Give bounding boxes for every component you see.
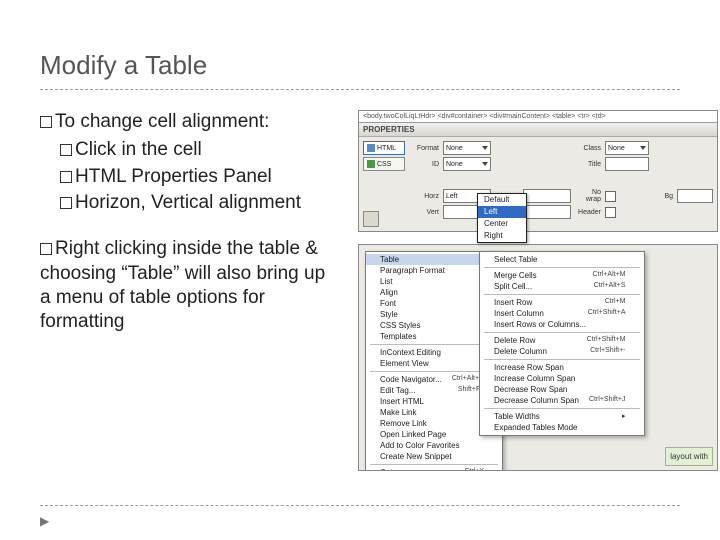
id-label: ID: [409, 161, 439, 168]
bullet-sub-3-lead: Horizon,: [75, 192, 151, 213]
html-mode-button[interactable]: HTML: [363, 141, 405, 155]
title-input[interactable]: [605, 157, 649, 171]
menu-item[interactable]: Increase Row Span: [480, 362, 644, 373]
format-select[interactable]: None: [443, 141, 491, 155]
title-label: Title: [575, 161, 601, 168]
class-select[interactable]: None: [605, 141, 649, 155]
header-checkbox[interactable]: [605, 207, 616, 218]
bullet-sub-2: HTML Properties Panel: [60, 165, 340, 189]
menu-separator: [484, 359, 640, 360]
bullet-main-2: Right clicking inside the table & choosi…: [40, 237, 340, 334]
css-mode-button[interactable]: CSS: [363, 157, 405, 171]
nowrap-label: No wrap: [575, 189, 601, 203]
menu-item[interactable]: Insert RowCtrl+M: [480, 297, 644, 308]
slide-title: Modify a Table: [40, 50, 680, 81]
bg-label: Bg: [653, 193, 673, 200]
bullet-sub-1: Click in the cell: [60, 138, 340, 162]
menu-item[interactable]: Delete ColumnCtrl+Shift+-: [480, 346, 644, 357]
background-page-text: layout with: [665, 447, 713, 466]
menu-item[interactable]: Add to Color Favorites: [366, 440, 502, 451]
h-input[interactable]: [523, 205, 571, 219]
html-mode-label: HTML: [377, 145, 396, 152]
menu-item[interactable]: CutCtrl+X: [366, 467, 502, 471]
context-menu-panel: layout with TableParagraph FormatListAli…: [358, 244, 718, 471]
nowrap-checkbox[interactable]: [605, 191, 616, 202]
menu-separator: [484, 332, 640, 333]
square-bullet-icon: [60, 144, 72, 156]
bullet-sub-2-lead: HTML: [75, 166, 131, 187]
html-icon: [367, 144, 375, 152]
title-divider: [40, 89, 680, 90]
w-input[interactable]: [523, 189, 571, 203]
menu-separator: [484, 408, 640, 409]
css-mode-label: CSS: [377, 161, 391, 168]
horz-option[interactable]: Left: [478, 206, 526, 218]
properties-panel: <body.twoColLiqLtHdr> <div#container> <d…: [358, 110, 718, 232]
tag-breadcrumbs[interactable]: <body.twoColLiqLtHdr> <div#container> <d…: [359, 111, 717, 123]
menu-separator: [484, 294, 640, 295]
menu-item[interactable]: Decrease Row Span: [480, 384, 644, 395]
menu-item[interactable]: Delete RowCtrl+Shift+M: [480, 335, 644, 346]
bullet-main-1-rest: change cell alignment:: [80, 111, 269, 132]
menu-separator: [484, 267, 640, 268]
menu-item[interactable]: Table Widths: [480, 411, 644, 422]
menu-item[interactable]: Insert ColumnCtrl+Shift+A: [480, 308, 644, 319]
bullet-sub-1-rest: in the cell: [121, 139, 201, 160]
menu-item[interactable]: Decrease Column SpanCtrl+Shift+J: [480, 395, 644, 406]
horz-option[interactable]: Center: [478, 218, 526, 230]
menu-item[interactable]: Expanded Tables Mode: [480, 422, 644, 433]
menu-item[interactable]: Insert Rows or Columns...: [480, 319, 644, 330]
id-select[interactable]: None: [443, 157, 491, 171]
horz-option[interactable]: Default: [478, 194, 526, 206]
table-submenu[interactable]: Select Table Merge CellsCtrl+Alt+MSplit C…: [479, 251, 645, 436]
bullet-sub-1-lead: Click: [75, 139, 121, 160]
horz-dropdown-list[interactable]: DefaultLeftCenterRight: [477, 193, 527, 243]
bullet-sub-2-rest: Properties Panel: [131, 166, 271, 187]
vert-label: Vert: [409, 209, 439, 216]
format-label: Format: [409, 145, 439, 152]
menu-item[interactable]: Increase Column Span: [480, 373, 644, 384]
footer-divider: [40, 505, 680, 506]
panel-header: PROPERTIES: [359, 123, 717, 137]
square-bullet-icon: [40, 243, 52, 255]
square-bullet-icon: [60, 171, 72, 183]
square-bullet-icon: [40, 116, 52, 128]
class-label: Class: [575, 145, 601, 152]
text-column: To change cell alignment: Click in the c…: [40, 110, 340, 471]
header-chk-label: Header: [575, 209, 601, 216]
css-icon: [367, 160, 375, 168]
menu-item[interactable]: Merge CellsCtrl+Alt+M: [480, 270, 644, 281]
bg-input[interactable]: [677, 189, 713, 203]
square-bullet-icon: [60, 197, 72, 209]
bullet-sub-3-rest: Vertical alignment: [151, 192, 301, 213]
menu-item[interactable]: Create New Snippet: [366, 451, 502, 462]
horz-option[interactable]: Right: [478, 230, 526, 242]
slide-arrow-icon: ▶: [40, 514, 49, 528]
menu-item[interactable]: Split Cell...Ctrl+Alt+S: [480, 281, 644, 292]
menu-item[interactable]: Select Table: [480, 254, 644, 265]
bullet-sub-3: Horizon, Vertical alignment: [60, 191, 340, 215]
cell-icon[interactable]: [363, 211, 379, 227]
bullet-main-1: To change cell alignment:: [40, 110, 340, 134]
menu-separator: [370, 464, 498, 465]
bullet-main-2-lead: Right: [55, 238, 105, 259]
bullet-main-1-lead: To: [55, 111, 80, 132]
horz-label: Horz: [409, 193, 439, 200]
